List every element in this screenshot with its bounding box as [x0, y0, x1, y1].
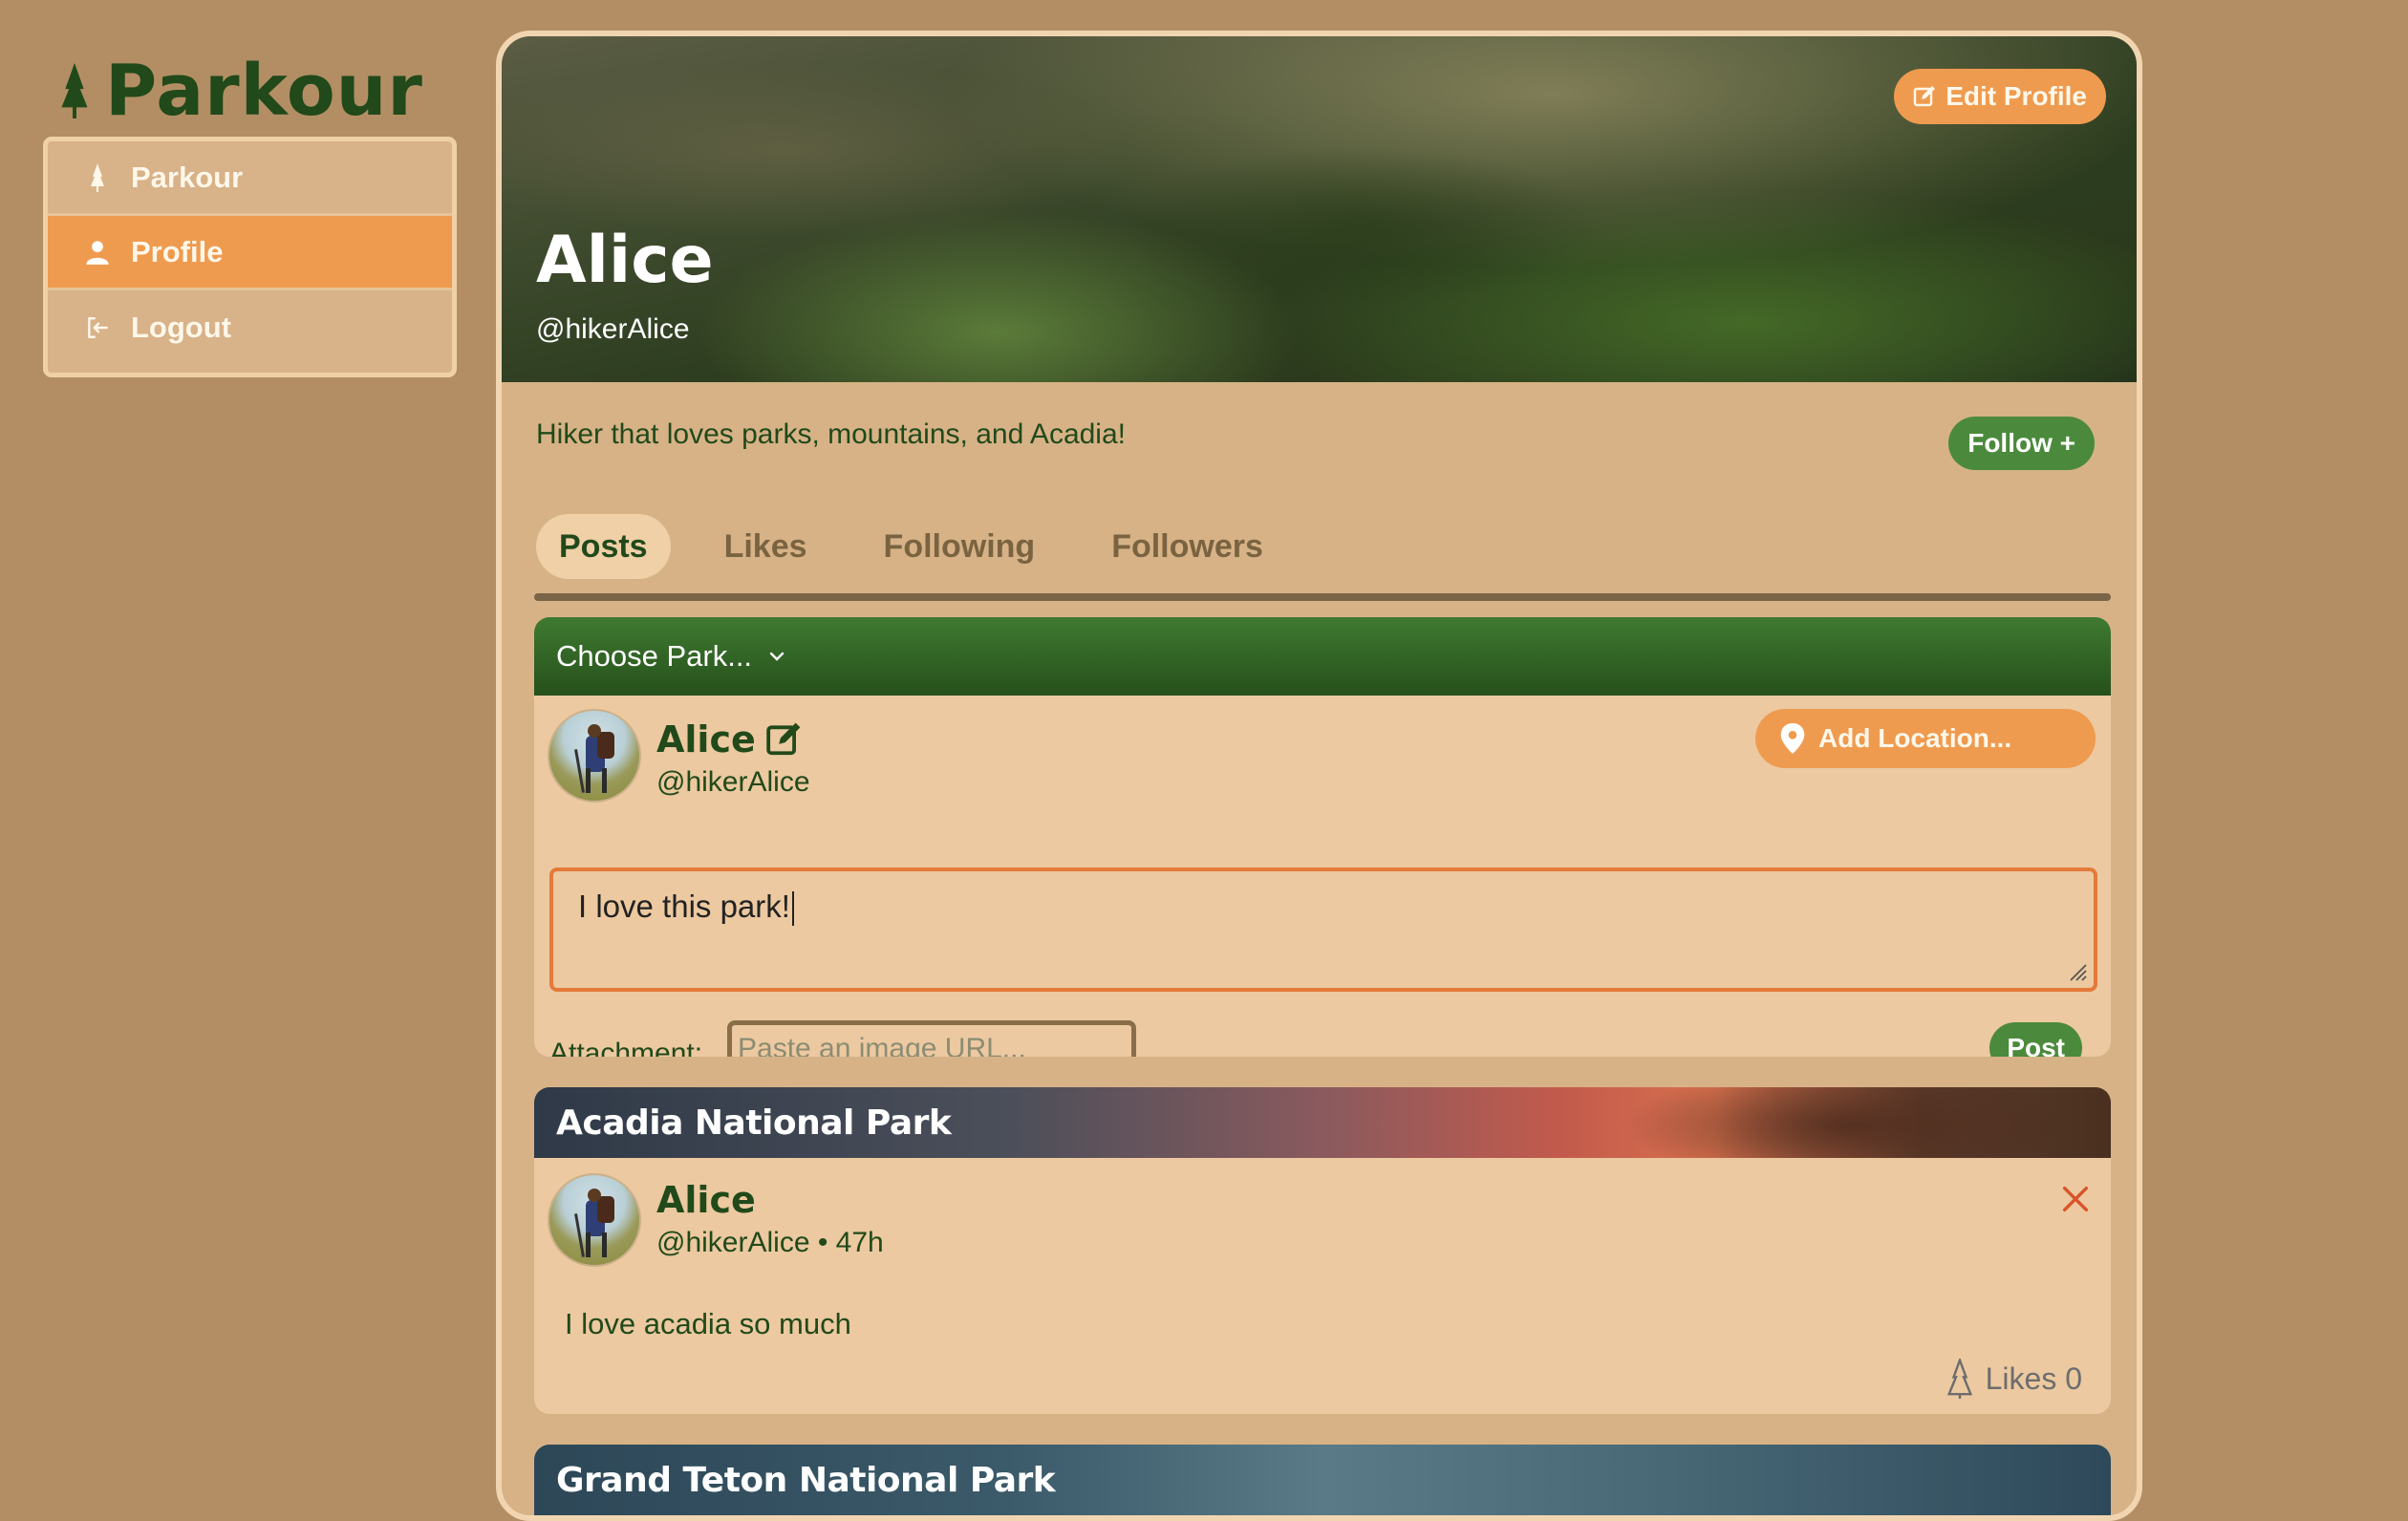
post-button[interactable]: Post: [1989, 1022, 2082, 1057]
sidebar-item-label: Parkour: [131, 160, 244, 194]
sidebar-item-profile[interactable]: Profile: [48, 216, 452, 290]
chevron-down-icon: [769, 652, 785, 661]
sidebar-item-parkour[interactable]: Parkour: [48, 141, 452, 216]
edit-profile-button[interactable]: Edit Profile: [1894, 69, 2106, 124]
app-logo[interactable]: Parkour: [55, 50, 423, 132]
follow-button[interactable]: Follow +: [1948, 417, 2095, 470]
composer-author-handle: @hikerAlice: [656, 766, 810, 798]
profile-tabs: Posts Likes Following Followers: [536, 514, 1317, 579]
post-card: Grand Teton National Park: [534, 1445, 2111, 1515]
profile-bio: Hiker that loves parks, mountains, and A…: [536, 418, 1126, 450]
post-park-header[interactable]: Grand Teton National Park: [534, 1445, 2111, 1515]
sidebar-nav: Parkour Profile Logout: [43, 137, 457, 377]
post-body: I love acadia so much: [565, 1307, 851, 1340]
profile-banner: Edit Profile Alice @hikerAlice: [502, 36, 2137, 382]
delete-post-icon[interactable]: [2059, 1183, 2092, 1215]
avatar[interactable]: [548, 1173, 641, 1267]
sidebar-item-label: Profile: [131, 234, 224, 268]
tree-outline-icon: [1946, 1359, 1972, 1399]
app-title: Parkour: [105, 50, 423, 132]
sidebar-item-label: Logout: [131, 311, 232, 344]
post-text-value: I love this park!: [578, 889, 790, 924]
post-park-name: Grand Teton National Park: [556, 1460, 1056, 1500]
tab-posts[interactable]: Posts: [536, 514, 671, 579]
post-author-meta: @hikerAlice • 47h: [656, 1227, 884, 1258]
park-select-value: Choose Park...: [556, 639, 753, 673]
park-select[interactable]: Choose Park...: [534, 617, 2111, 696]
post-card: Acadia National Park Alice @hikerAlice •…: [534, 1087, 2111, 1414]
author-name: Alice: [656, 718, 756, 760]
attachment-url-input[interactable]: Paste an image URL...: [727, 1020, 1136, 1057]
tab-divider: [534, 593, 2111, 601]
post-park-name: Acadia National Park: [556, 1103, 952, 1143]
tree-icon: [61, 63, 88, 118]
composer-author-name: Alice: [656, 718, 802, 760]
profile-name: Alice: [536, 223, 714, 298]
post-text-input[interactable]: I love this park!: [549, 868, 2097, 992]
post-author-name[interactable]: Alice: [656, 1179, 756, 1221]
tree-icon: [81, 161, 114, 194]
tab-followers[interactable]: Followers: [1088, 514, 1286, 579]
attachment-placeholder: Paste an image URL...: [738, 1033, 1026, 1057]
tab-likes[interactable]: Likes: [701, 514, 830, 579]
edit-icon[interactable]: [765, 721, 802, 758]
add-location-label: Add Location...: [1818, 723, 2012, 753]
resize-grip-icon[interactable]: [2067, 961, 2088, 982]
user-icon: [81, 236, 114, 268]
add-location-button[interactable]: Add Location...: [1755, 709, 2096, 768]
post-park-header[interactable]: Acadia National Park: [534, 1087, 2111, 1158]
likes-count: Likes 0: [1985, 1360, 2082, 1396]
edit-profile-label: Edit Profile: [1946, 81, 2087, 111]
tab-following[interactable]: Following: [861, 514, 1059, 579]
profile-handle: @hikerAlice: [536, 313, 690, 345]
logout-icon: [81, 311, 114, 344]
profile-panel: Edit Profile Alice @hikerAlice Hiker tha…: [496, 31, 2142, 1521]
avatar: [548, 709, 641, 803]
attachment-label: Attachment:: [549, 1038, 703, 1057]
like-button[interactable]: Likes 0: [1944, 1359, 2082, 1399]
location-pin-icon: [1780, 723, 1805, 754]
sidebar-item-logout[interactable]: Logout: [48, 290, 452, 365]
post-composer: Choose Park... Alice @hikerAlice Add Loc…: [534, 617, 2111, 1057]
edit-icon: [1914, 86, 1936, 107]
